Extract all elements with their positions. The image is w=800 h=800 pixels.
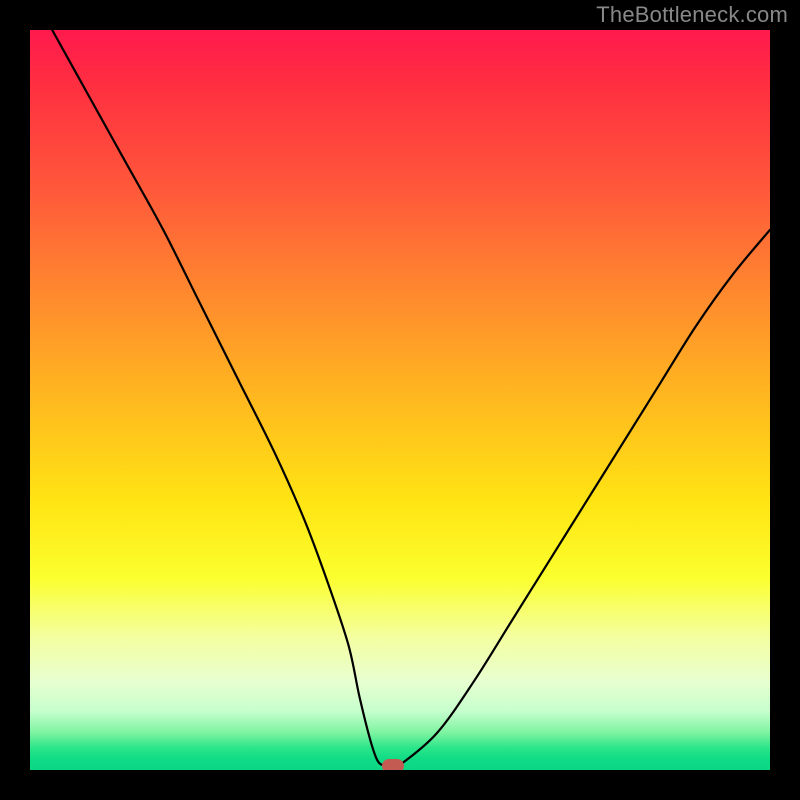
watermark-text: TheBottleneck.com [596, 2, 788, 28]
bottleneck-curve [52, 30, 770, 767]
optimal-point-marker [382, 759, 404, 770]
plot-area [30, 30, 770, 770]
bottleneck-chart: TheBottleneck.com [0, 0, 800, 800]
curve-layer [30, 30, 770, 770]
